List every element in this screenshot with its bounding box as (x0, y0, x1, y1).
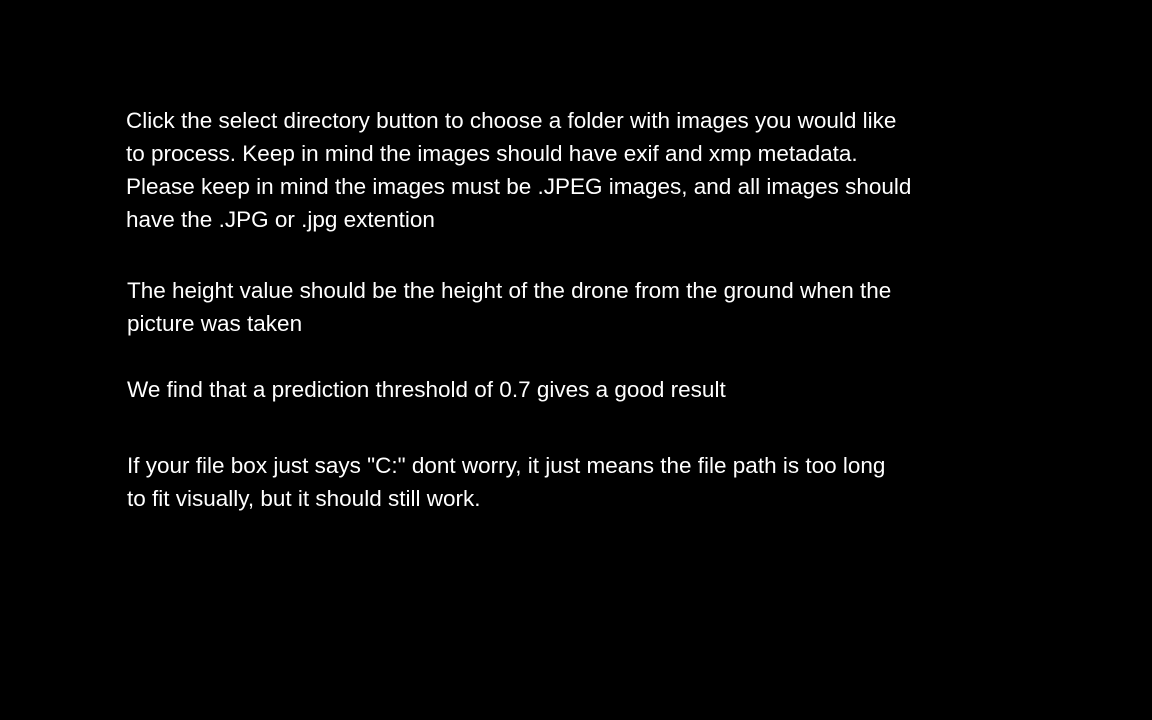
instruction-prediction-threshold: We find that a prediction threshold of 0… (127, 373, 1007, 406)
instruction-line: The height value should be the height of… (127, 278, 892, 303)
instruction-line: to process. Keep in mind the images shou… (126, 141, 858, 166)
help-screen: Click the select directory button to cho… (0, 0, 1152, 720)
instruction-line: Please keep in mind the images must be .… (126, 174, 912, 199)
instruction-height-value: The height value should be the height of… (127, 274, 1007, 340)
instruction-select-directory: Click the select directory button to cho… (126, 104, 1006, 236)
instruction-line: have the .JPG or .jpg extention (126, 207, 435, 232)
instruction-line: We find that a prediction threshold of 0… (127, 377, 726, 402)
instruction-line: Click the select directory button to cho… (126, 108, 897, 133)
instruction-line: to fit visually, but it should still wor… (127, 486, 481, 511)
instruction-line: picture was taken (127, 311, 303, 336)
instruction-file-box: If your file box just says "C:" dont wor… (127, 449, 1007, 515)
instruction-line: If your file box just says "C:" dont wor… (127, 453, 886, 478)
